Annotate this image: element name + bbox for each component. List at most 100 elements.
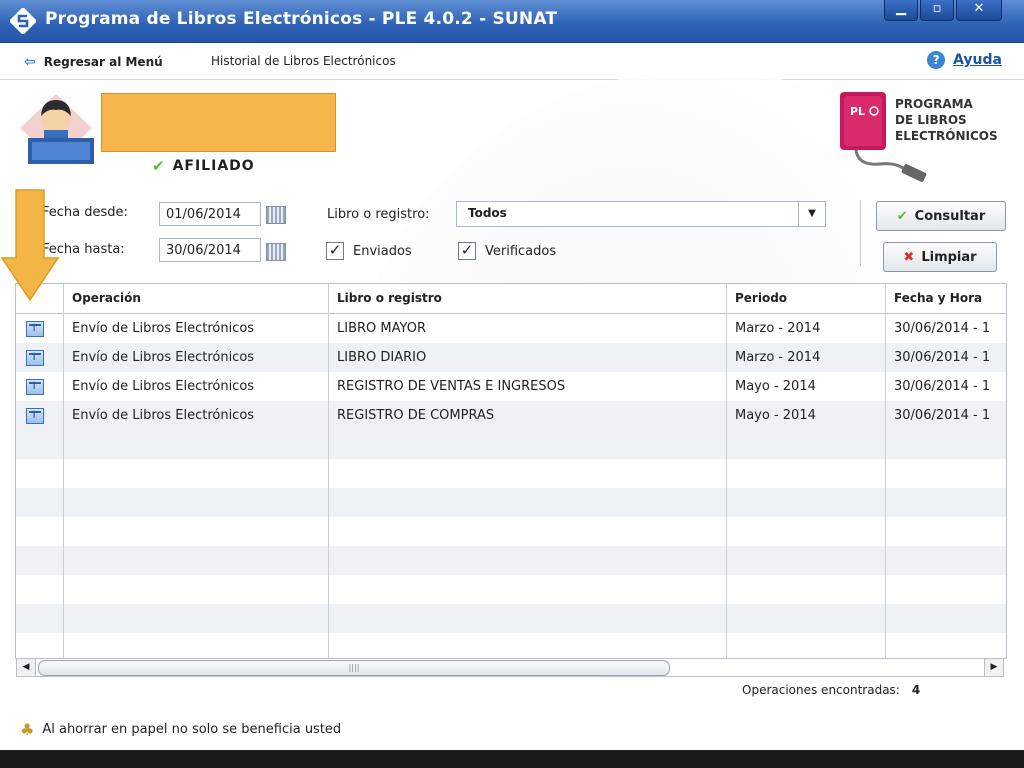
help-label: Ayuda <box>953 52 1002 68</box>
libro-registro-label: Libro o registro: <box>327 207 430 222</box>
cell-libro: REGISTRO DE COMPRAS <box>337 408 495 423</box>
logo-line-2: DE LIBROS <box>895 113 967 127</box>
column-header-operacion[interactable]: Operación <box>64 284 328 313</box>
cell-periodo: Mayo - 2014 <box>735 408 816 423</box>
table-row[interactable]: Envío de Libros Electrónicos REGISTRO DE… <box>16 401 1006 430</box>
upload-document-icon[interactable] <box>26 408 44 424</box>
empty-row <box>16 575 1006 604</box>
app-window: Programa de Libros Electrónicos - PLE 4.… <box>0 0 1024 750</box>
help-link[interactable]: ? Ayuda <box>927 51 1002 69</box>
ple-logo-badge: PL <box>850 105 865 118</box>
enviados-label: Enviados <box>353 243 412 259</box>
enviados-checkbox[interactable]: ✓ Enviados <box>326 242 412 260</box>
consultar-label: Consultar <box>914 208 986 224</box>
sunat-app-icon <box>10 8 36 34</box>
user-info-highlight <box>101 93 336 152</box>
calendar-icon[interactable] <box>266 243 286 261</box>
empty-row <box>16 633 1006 658</box>
logo-line-3: ELECTRÓNICOS <box>895 129 998 143</box>
minimize-button[interactable]: ▁ <box>884 0 918 21</box>
title-bar: Programa de Libros Electrónicos - PLE 4.… <box>0 0 1024 43</box>
upload-document-icon[interactable] <box>26 350 44 366</box>
empty-row <box>16 546 1006 575</box>
window-controls: ▁ ▫ ✕ <box>882 0 1002 21</box>
navigation-bar: ⇦ Regresar al Menú Historial de Libros E… <box>0 43 1024 80</box>
back-to-menu-label: Regresar al Menú <box>43 55 163 69</box>
column-divider <box>726 284 727 658</box>
verificados-checkbox[interactable]: ✓ Verificados <box>458 242 556 260</box>
ple-logo-text: PROGRAMA DE LIBROS ELECTRÓNICOS <box>895 96 998 144</box>
cell-fecha-hora: 30/06/2014 - 1 <box>894 321 991 336</box>
back-to-menu-link[interactable]: ⇦ Regresar al Menú <box>24 54 163 70</box>
close-button[interactable]: ✕ <box>956 0 1002 21</box>
column-header-libro[interactable]: Libro o registro <box>329 284 726 313</box>
scrollbar-thumb[interactable]: |||| <box>38 660 670 676</box>
cell-libro: LIBRO DIARIO <box>337 350 427 365</box>
upload-document-icon[interactable] <box>26 379 44 395</box>
table-row[interactable]: Envío de Libros Electrónicos LIBRO MAYOR… <box>16 314 1006 343</box>
limpiar-button[interactable]: ✖ Limpiar <box>883 242 997 272</box>
upload-document-icon[interactable] <box>26 321 44 337</box>
cell-fecha-hora: 30/06/2014 - 1 <box>894 408 991 423</box>
empty-row <box>16 430 1006 459</box>
operations-found-count: 4 <box>911 683 921 697</box>
maximize-button[interactable]: ▫ <box>920 0 954 21</box>
column-divider <box>885 284 886 658</box>
operations-found-label: Operaciones encontradas: <box>742 683 900 697</box>
horizontal-scrollbar[interactable]: ◀ |||| ▶ <box>16 658 1004 677</box>
empty-row <box>16 459 1006 488</box>
empty-row <box>16 517 1006 546</box>
verificados-label: Verificados <box>485 243 557 259</box>
cell-operacion: Envío de Libros Electrónicos <box>72 321 255 336</box>
operations-found: Operaciones encontradas: 4 <box>742 683 920 697</box>
chevron-down-icon[interactable]: ▼ <box>798 202 825 226</box>
cell-fecha-hora: 30/06/2014 - 1 <box>894 350 991 365</box>
cell-periodo: Mayo - 2014 <box>735 379 816 394</box>
operations-table: Operación Libro o registro Periodo Fecha… <box>15 283 1007 659</box>
scroll-left-icon[interactable]: ◀ <box>17 659 36 676</box>
cell-fecha-hora: 30/06/2014 - 1 <box>894 379 991 394</box>
table-row[interactable]: Envío de Libros Electrónicos REGISTRO DE… <box>16 372 1006 401</box>
checkmark-icon[interactable]: ✓ <box>458 242 476 260</box>
limpiar-label: Limpiar <box>921 249 977 265</box>
empty-row <box>16 604 1006 633</box>
column-divider <box>63 284 64 658</box>
scroll-right-icon[interactable]: ▶ <box>984 659 1003 676</box>
fecha-desde-input[interactable]: 01/06/2014 <box>159 202 261 226</box>
user-avatar-icon <box>20 94 94 164</box>
cell-operacion: Envío de Libros Electrónicos <box>72 379 255 394</box>
check-icon: ✔ <box>152 157 165 175</box>
cell-operacion: Envío de Libros Electrónicos <box>72 350 255 365</box>
footer-text: Al ahorrar en papel no solo se beneficia… <box>42 722 342 737</box>
empty-row <box>16 488 1006 517</box>
annotation-arrow-icon <box>0 189 60 302</box>
cell-periodo: Marzo - 2014 <box>735 321 821 336</box>
footer-message: ♣ Al ahorrar en papel no solo se benefic… <box>20 720 341 739</box>
table-header: Operación Libro o registro Periodo Fecha… <box>16 284 1006 314</box>
checkmark-icon[interactable]: ✓ <box>326 242 344 260</box>
column-header-periodo[interactable]: Periodo <box>727 284 885 313</box>
cell-libro: REGISTRO DE VENTAS E INGRESOS <box>337 379 566 394</box>
libro-registro-select[interactable]: Todos ▼ <box>456 201 826 227</box>
window-title: Programa de Libros Electrónicos - PLE 4.… <box>45 9 558 29</box>
column-divider <box>328 284 329 658</box>
fecha-hasta-input[interactable]: 30/06/2014 <box>159 238 261 262</box>
cell-operacion: Envío de Libros Electrónicos <box>72 408 255 423</box>
check-icon: ✔ <box>896 208 908 224</box>
calendar-icon[interactable] <box>266 206 286 224</box>
affiliation-status: ✔ AFILIADO <box>152 157 255 175</box>
cell-libro: LIBRO MAYOR <box>337 321 426 336</box>
help-icon: ? <box>927 51 946 69</box>
tree-icon: ♣ <box>20 720 35 739</box>
filter-separator <box>860 200 861 266</box>
logo-line-1: PROGRAMA <box>895 97 973 111</box>
back-arrow-icon: ⇦ <box>24 54 36 70</box>
cell-periodo: Marzo - 2014 <box>735 350 821 365</box>
clear-x-icon: ✖ <box>903 249 915 265</box>
column-header-fecha-hora[interactable]: Fecha y Hora <box>886 284 1006 313</box>
libro-registro-value: Todos <box>468 206 507 220</box>
consultar-button[interactable]: ✔ Consultar <box>876 201 1006 231</box>
affiliation-label: AFILIADO <box>172 158 255 174</box>
table-row[interactable]: Envío de Libros Electrónicos LIBRO DIARI… <box>16 343 1006 372</box>
breadcrumb-current: Historial de Libros Electrónicos <box>211 54 396 68</box>
